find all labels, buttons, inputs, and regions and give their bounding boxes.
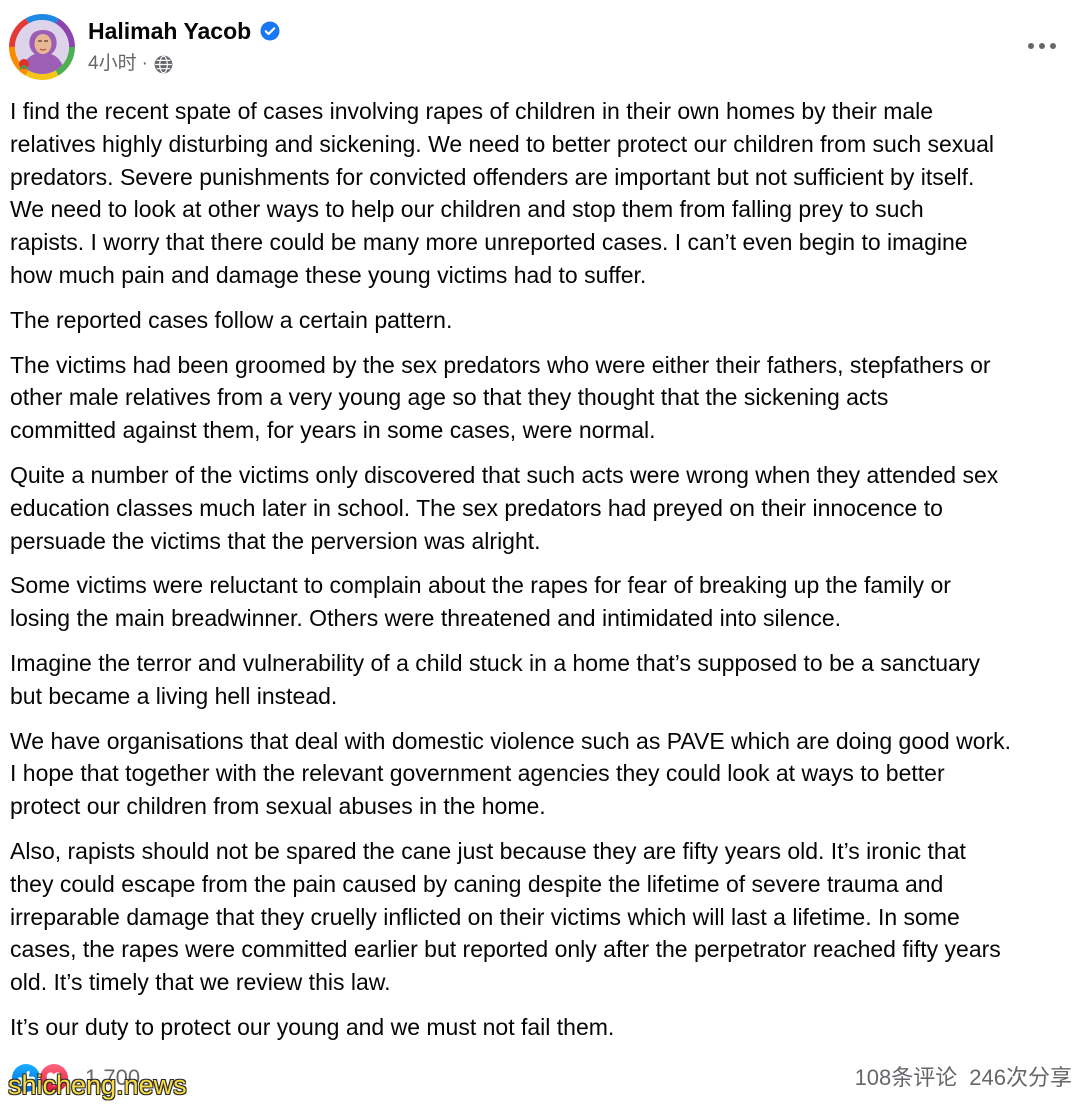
post-text-line: relatives highly disturbing and sickenin… (10, 130, 994, 157)
post-text-line: predators. Severe punishments for convic… (10, 163, 975, 190)
post-text-line: losing the main breadwinner. Others were… (10, 605, 842, 632)
post-text-line: committed against them, for years in som… (10, 417, 656, 444)
post-text-line: other male relatives from a very young a… (10, 384, 889, 411)
more-options-button[interactable] (1028, 36, 1056, 56)
post-text-line: old. It’s timely that we review this law… (10, 969, 391, 996)
post-text-line: Imagine the terror and vulnerability of … (10, 649, 980, 676)
post-paragraph: We have organisations that deal with dom… (10, 725, 1011, 823)
globe-icon (154, 55, 173, 73)
post-text-line: The reported cases follow a certain patt… (10, 306, 453, 333)
post-text-line: protect our children from sexual abuses … (10, 793, 546, 820)
post-text-line: how much pain and damage these young vic… (10, 261, 647, 288)
post-text-line: Also, rapists should not be spared the c… (10, 837, 966, 864)
post-text-line: We have organisations that deal with dom… (10, 727, 1012, 754)
post-text-line: they could escape from the pain caused b… (10, 870, 944, 897)
author-row: Halimah Yacob (88, 17, 280, 45)
post-body: I find the recent spate of cases involvi… (10, 95, 1011, 1056)
post-paragraph: Some victims were reluctant to complain … (10, 569, 1011, 635)
post-paragraph: Quite a number of the victims only disco… (10, 459, 1011, 557)
post-text-line: We need to look at other ways to help ou… (10, 196, 924, 223)
post-paragraph: Also, rapists should not be spared the c… (10, 835, 1011, 999)
post-timestamp[interactable]: 4小时 (88, 52, 137, 76)
more-options-icon (1028, 43, 1034, 49)
post-text-line: persuade the victims that the perversion… (10, 527, 541, 554)
post-text-line: I find the recent spate of cases involvi… (10, 98, 934, 124)
post-text-line: Quite a number of the victims only disco… (10, 461, 999, 488)
post-text-line: but became a living hell instead. (10, 682, 338, 709)
like-icon[interactable] (12, 1064, 40, 1092)
verified-badge-icon (260, 21, 280, 41)
meta-separator: · (141, 53, 148, 74)
love-icon (40, 1064, 68, 1092)
profile-avatar[interactable] (9, 14, 75, 80)
author-name[interactable]: Halimah Yacob (88, 17, 251, 45)
post-text-line: Some victims were reluctant to complain … (10, 572, 951, 599)
post-text-line: The victims had been groomed by the sex … (10, 351, 991, 378)
engagement-stats: 108条评论 246次分享 (855, 1064, 1072, 1092)
post-paragraph: Imagine the terror and vulnerability of … (10, 647, 1011, 713)
post-text-line: It’s our duty to protect our young and w… (10, 1013, 615, 1040)
post-meta: 4小时 · (88, 52, 173, 76)
post-paragraph: The victims had been groomed by the sex … (10, 349, 1011, 447)
more-options-icon (1039, 43, 1045, 49)
comment-count[interactable]: 108条评论 (855, 1064, 958, 1092)
post-paragraph: It’s our duty to protect our young and w… (10, 1011, 1011, 1044)
share-count[interactable]: 246次分享 (969, 1064, 1072, 1092)
post-paragraph: I find the recent spate of cases involvi… (10, 95, 1011, 292)
post-paragraph: The reported cases follow a certain patt… (10, 304, 1011, 337)
post-text-line: rapists. I worry that there could be man… (10, 229, 968, 256)
post-text-line: education classes much later in school. … (10, 494, 943, 521)
reaction-count[interactable]: 1,700 (85, 1064, 140, 1092)
post-text-line: cases, the rapes were committed earlier … (10, 936, 1001, 963)
love-reaction[interactable] (38, 1062, 70, 1094)
post-text-line: I hope that together with the relevant g… (10, 760, 945, 787)
post-text-line: irreparable damage that they cruelly inf… (10, 903, 960, 930)
more-options-icon (1050, 43, 1056, 49)
